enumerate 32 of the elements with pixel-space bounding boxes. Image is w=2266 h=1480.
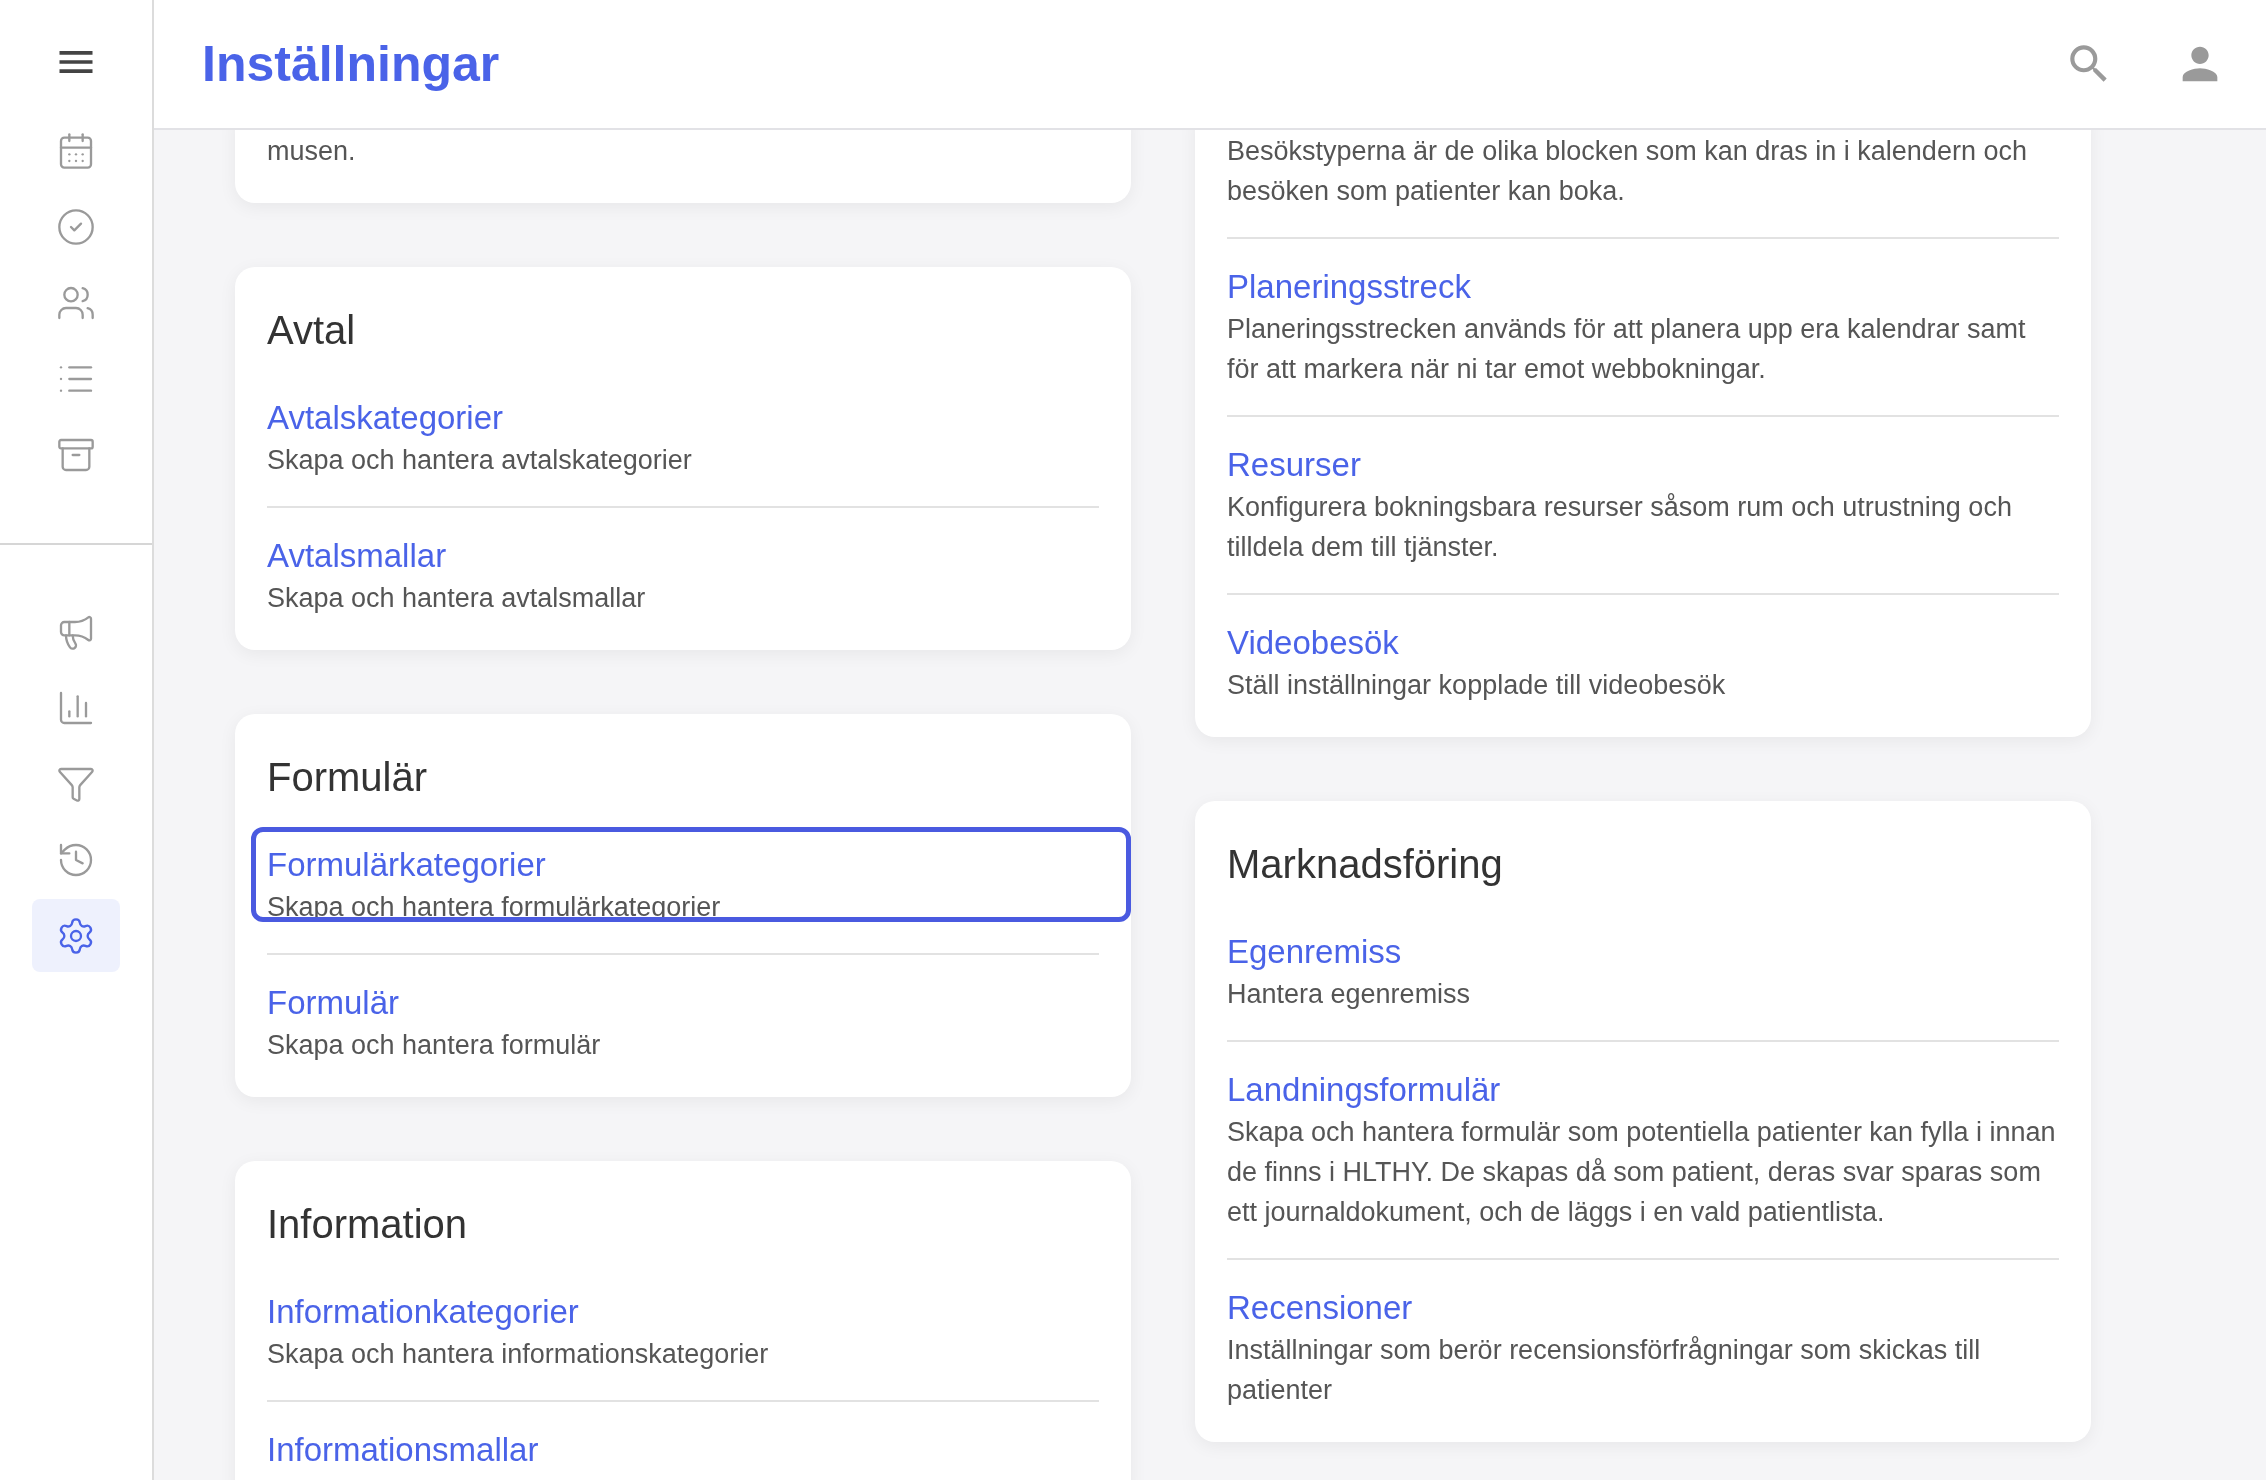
settings-link[interactable]: Avtalskategorier	[267, 396, 503, 440]
settings-description: Skapa och hantera formulärkategorier	[267, 891, 722, 924]
settings-link[interactable]: Informationsmallar	[267, 1428, 539, 1472]
settings-description: Skapa och hantera formulär som potentiella patienter kan fylla i innan de finns i HLTHY. De skapas då som patient, deras svar sparas som ett journaldokument, och de läggs i en vald patientlista.	[1227, 1116, 2057, 1229]
settings-link[interactable]: Formulär	[267, 981, 400, 1025]
settings-link[interactable]: Landningsformulär	[1227, 1068, 1501, 1112]
settings-link[interactable]: Informationkategorier	[267, 1290, 579, 1334]
settings-description: Hantera egenremiss	[1227, 978, 1472, 1011]
settings-description: Inställningar som berör recensionsförfrågningar som skickas till patienter	[1227, 1334, 1982, 1407]
settings-description: Skapa och hantera informationskategorier	[267, 1338, 770, 1371]
settings-description: Skapa och hantera avtalsmallar	[267, 582, 647, 615]
settings-link[interactable]: Recensioner	[1227, 1286, 1413, 1330]
card-title: Formulär	[267, 754, 429, 801]
card-title: Avtal	[267, 307, 357, 354]
page-title: Inställningar	[202, 35, 501, 93]
settings-description: Konfigurera bokningsbara resurser såsom rum och utrustning och tilldela dem till tjänster.	[1227, 491, 2013, 564]
settings-link[interactable]: Resurser	[1227, 443, 1361, 487]
settings-description: Skapa och hantera avtalskategorier	[267, 444, 693, 477]
settings-description: Ställ inställningar kopplade till videobesök	[1227, 669, 1727, 702]
card-title: Marknadsföring	[1227, 841, 1504, 888]
settings-description: Planeringsstrecken används för att planera upp era kalendrar samt för att markera när ni tar emot webbokningar.	[1227, 313, 2027, 386]
settings-link[interactable]: Avtalsmallar	[267, 534, 447, 578]
settings-link[interactable]: Formulärkategorier	[267, 843, 546, 887]
check-icon	[56, 206, 96, 247]
settings-nav-button[interactable]	[32, 899, 120, 972]
settings-description: Besökstyperna är de olika blocken som kan dras in i kalendern och besöken som patienter kan boka.	[1227, 135, 2028, 208]
settings-link[interactable]: Planeringsstreck	[1227, 265, 1471, 309]
settings-link[interactable]: Videobesök	[1227, 621, 1399, 665]
settings-link[interactable]: Egenremiss	[1227, 930, 1402, 974]
settings-description: musen.	[267, 135, 357, 168]
card-title: Information	[267, 1201, 469, 1248]
settings-description: Skapa och hantera formulär	[267, 1029, 602, 1062]
